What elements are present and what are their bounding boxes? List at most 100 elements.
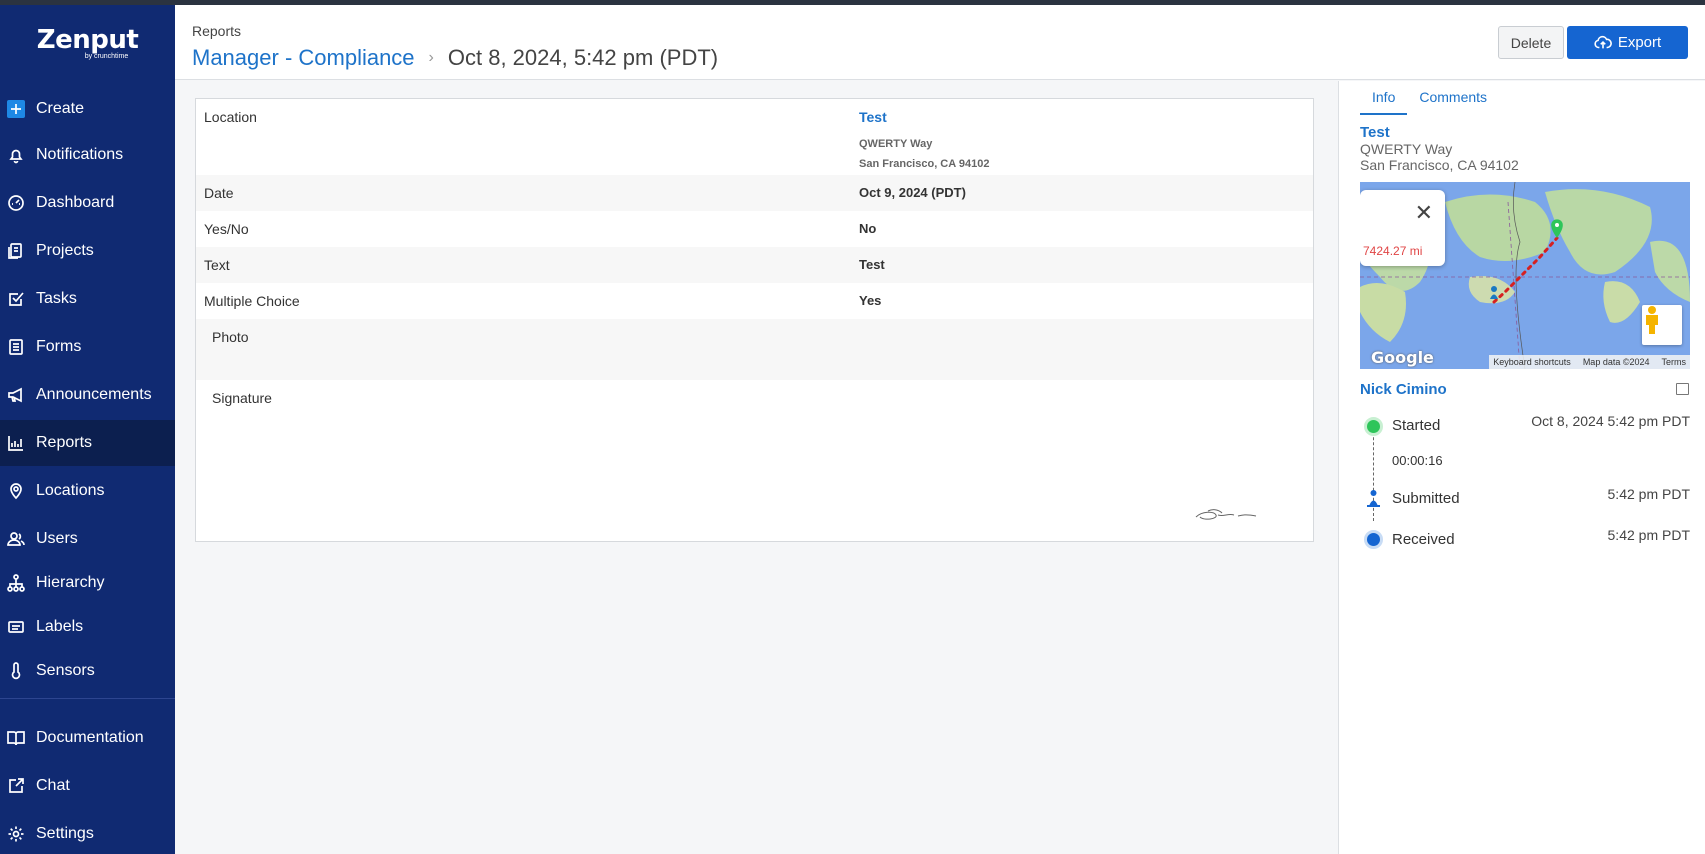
pin-icon: [6, 481, 26, 501]
submission-date: Oct 8, 2024, 5:42 pm (PDT): [447, 45, 719, 70]
location-city: San Francisco, CA 94102: [859, 158, 990, 170]
chevron-right-icon: ›: [428, 49, 434, 66]
timeline-started-label: Started: [1392, 417, 1441, 434]
timeline-started-time: Oct 8, 2024 5:42 pm PDT: [1531, 413, 1690, 429]
submitter-name-link[interactable]: Nick Cimino: [1360, 381, 1447, 398]
export-button[interactable]: Export: [1567, 26, 1688, 59]
location-address: QWERTY Way San Francisco, CA 94102: [859, 134, 989, 174]
sidebar-item-label: Chat: [36, 777, 70, 794]
device-icon: [1676, 383, 1689, 395]
sidebar-item-label: Documentation: [36, 729, 144, 746]
zenput-logo[interactable]: Zenput by crunchtime: [0, 5, 175, 79]
chat-icon: [6, 776, 26, 796]
close-icon[interactable]: ✕: [1415, 202, 1433, 224]
export-label: Export: [1617, 34, 1662, 51]
location-map[interactable]: ✕ 7424.27 mi Google Keyboard shortcuts M…: [1360, 182, 1690, 369]
sidebar-item-chat[interactable]: Chat: [0, 763, 175, 809]
sidebar-item-users[interactable]: Users: [0, 516, 175, 562]
timeline-duration: 00:00:16: [1392, 453, 1443, 468]
sidebar-item-announcements[interactable]: Announcements: [0, 372, 175, 418]
sidebar-item-locations[interactable]: Locations: [0, 468, 175, 514]
sidebar-item-tasks[interactable]: Tasks: [0, 276, 175, 322]
sidebar-item-label: Labels: [36, 618, 84, 635]
projects-icon: [6, 241, 26, 261]
sidebar-item-documentation[interactable]: Documentation: [0, 715, 175, 761]
sidebar-item-forms[interactable]: Forms: [0, 324, 175, 370]
field-value: Oct 9, 2024 (PDT): [859, 185, 966, 200]
panel-location-city: San Francisco, CA 94102: [1360, 157, 1519, 173]
sidebar-item-create[interactable]: Create: [0, 86, 175, 132]
main-content: Location Test QWERTY Way San Francisco, …: [175, 81, 1338, 854]
bell-icon: [6, 145, 26, 165]
table-row-multiple-choice: Multiple Choice Yes: [196, 283, 1313, 319]
sidebar-item-reports[interactable]: Reports: [0, 420, 175, 466]
sidebar-item-settings[interactable]: Settings: [0, 811, 175, 854]
field-value: No: [859, 221, 877, 236]
gear-icon: [6, 824, 26, 844]
field-label: Date: [204, 185, 234, 201]
table-row-signature: Signature: [196, 380, 1313, 541]
field-label: Location: [204, 109, 257, 125]
sidebar-item-labels[interactable]: Labels: [0, 604, 175, 650]
sidebar-item-sensors[interactable]: Sensors: [0, 648, 175, 694]
page-header: Reports Manager - Compliance › Oct 8, 20…: [175, 5, 1705, 80]
keyboard-shortcuts-link[interactable]: Keyboard shortcuts: [1493, 357, 1571, 367]
timeline-submitted-label: Submitted: [1392, 490, 1460, 507]
report-table: Location Test QWERTY Way San Francisco, …: [195, 98, 1314, 542]
sidebar-item-label: Announcements: [36, 386, 152, 403]
panel-location-street: QWERTY Way: [1360, 141, 1453, 157]
terms-link[interactable]: Terms: [1662, 357, 1687, 367]
logo-subtext: by crunchtime: [84, 52, 129, 60]
field-value: Yes: [859, 293, 882, 308]
sidebar-item-label: Tasks: [36, 290, 77, 307]
table-row-date: Date Oct 9, 2024 (PDT): [196, 175, 1313, 211]
gauge-icon: [6, 193, 26, 213]
street-view-pegman-icon[interactable]: [1642, 305, 1682, 345]
sidebar-item-label: Create: [36, 100, 85, 117]
field-label: Photo: [212, 329, 249, 345]
sidebar-item-label: Settings: [36, 825, 94, 842]
page-title: Manager - Compliance › Oct 8, 2024, 5:42…: [192, 45, 718, 71]
person-icon: [1364, 489, 1383, 508]
sidebar-item-notifications[interactable]: Notifications: [0, 132, 175, 178]
sidebar-item-label: Locations: [36, 482, 105, 499]
panel-location-address: QWERTY Way San Francisco, CA 94102: [1360, 141, 1519, 173]
sidebar-item-label: Reports: [36, 434, 93, 451]
sidebar-item-label: Dashboard: [36, 194, 115, 211]
map-footer: Keyboard shortcuts Map data ©2024 Terms: [1489, 355, 1690, 369]
details-panel: Info Comments Test QWERTY Way San Franci…: [1338, 81, 1705, 854]
report-title-link[interactable]: Manager - Compliance: [192, 45, 415, 71]
plus-icon: [7, 100, 25, 118]
table-row-yes-no: Yes/No No: [196, 211, 1313, 247]
map-data-attribution: Map data ©2024: [1582, 357, 1650, 367]
timeline-submitted-time: 5:42 pm PDT: [1607, 486, 1690, 502]
label-icon: [6, 617, 26, 637]
sidebar-item-projects[interactable]: Projects: [0, 228, 175, 274]
sidebar-divider: [0, 698, 175, 699]
logo-text: Zenput: [36, 24, 139, 55]
field-label: Signature: [212, 390, 272, 406]
sidebar-item-label: Users: [36, 530, 78, 547]
sidebar-item-label: Forms: [36, 338, 82, 355]
map-distance: 7424.27 mi: [1363, 244, 1423, 258]
sidebar-item-label: Hierarchy: [36, 574, 105, 591]
book-icon: [6, 728, 26, 748]
breadcrumb-reports[interactable]: Reports: [192, 23, 241, 39]
delete-button[interactable]: Delete: [1498, 26, 1564, 59]
thermometer-icon: [6, 661, 26, 681]
checkbox-icon: [6, 289, 26, 309]
sidebar-item-label: Projects: [36, 242, 94, 259]
sidebar-item-dashboard[interactable]: Dashboard: [0, 180, 175, 226]
tab-comments[interactable]: Comments: [1407, 81, 1499, 115]
megaphone-icon: [6, 385, 26, 405]
sidebar-item-hierarchy[interactable]: Hierarchy: [0, 560, 175, 606]
field-value: Test: [859, 257, 885, 272]
tab-info[interactable]: Info: [1360, 81, 1408, 115]
location-link[interactable]: Test: [859, 109, 989, 125]
cloud-upload-icon: [1594, 35, 1612, 48]
table-row-photo: Photo: [196, 319, 1313, 380]
field-label: Text: [204, 257, 230, 273]
received-status-icon: [1364, 530, 1383, 549]
timeline-received-label: Received: [1392, 531, 1455, 548]
panel-location-link[interactable]: Test: [1360, 124, 1390, 141]
